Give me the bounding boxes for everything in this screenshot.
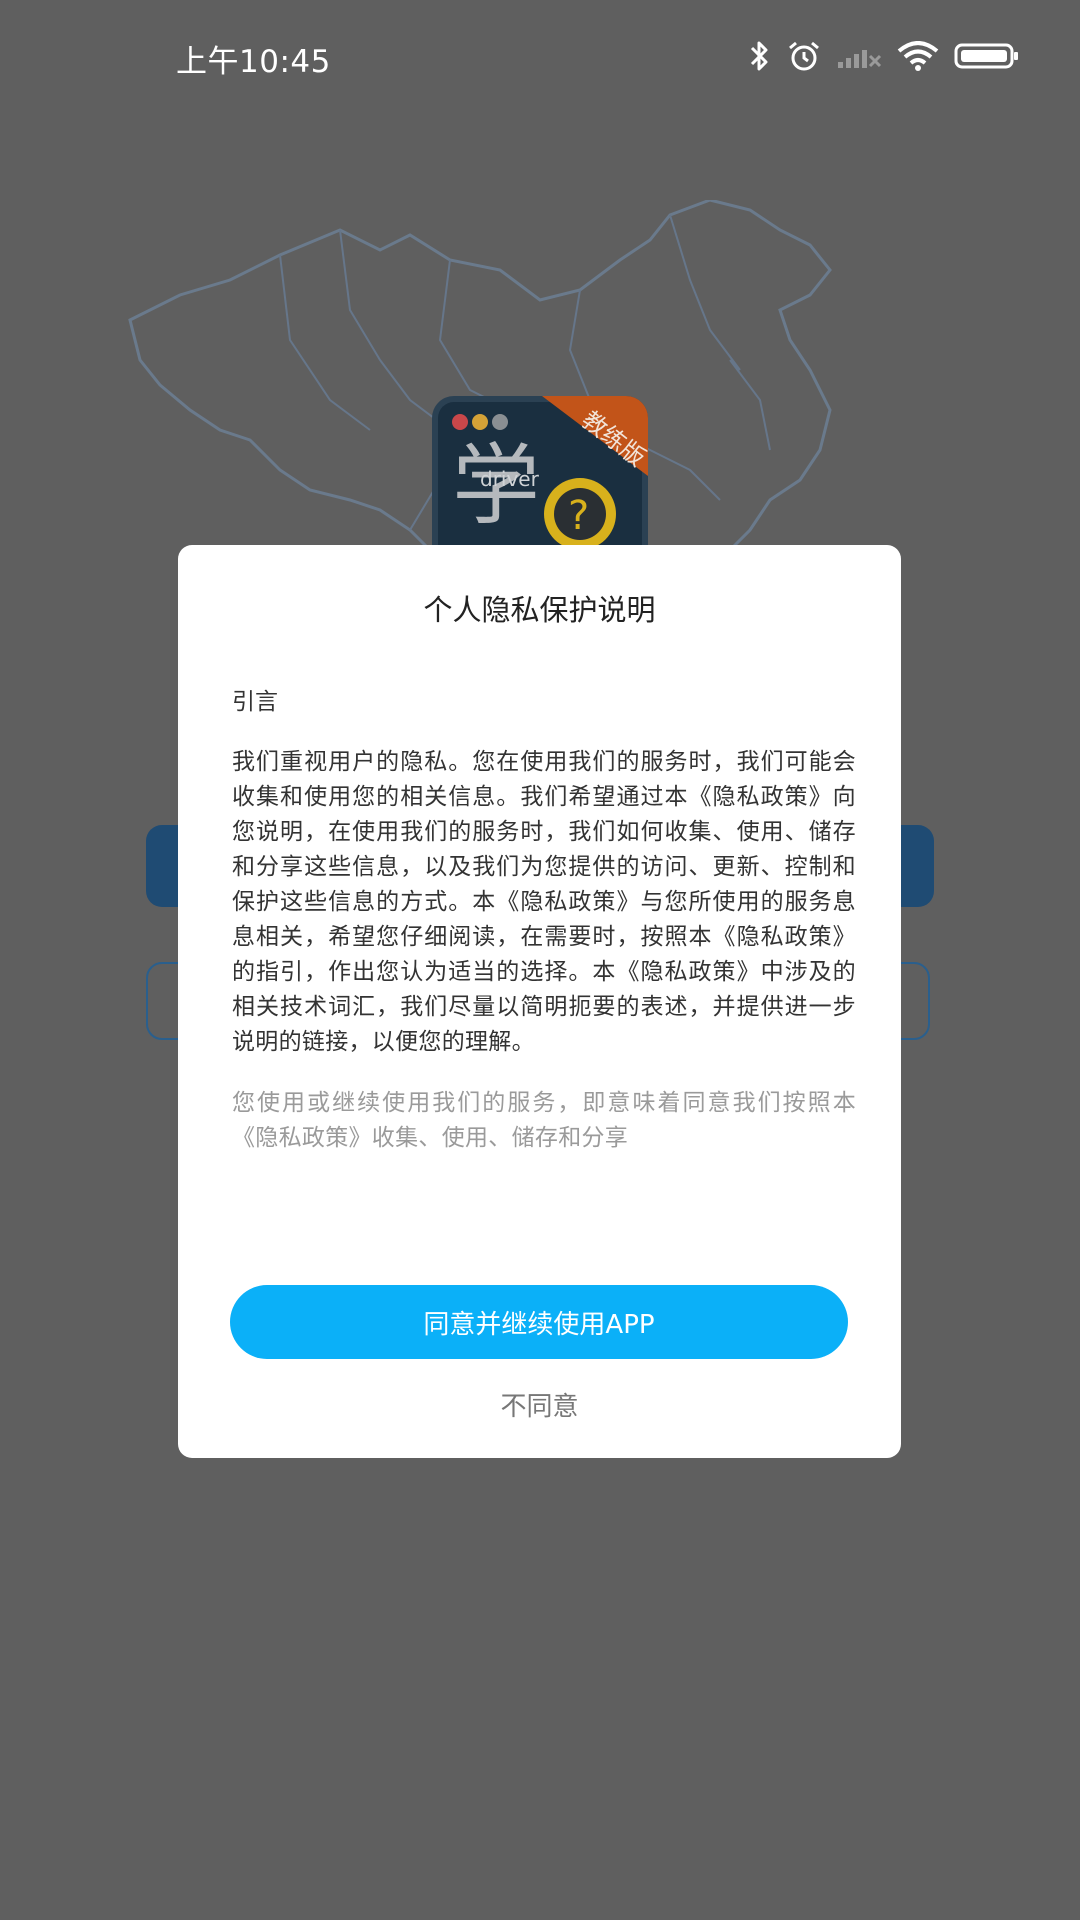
policy-text-scroll[interactable]: 引言 我们重视用户的隐私。您在使用我们的服务时，我们可能会收集和使用您的相关信息… bbox=[232, 685, 856, 1375]
dialog-title: 个人隐私保护说明 bbox=[423, 593, 656, 627]
privacy-dialog: 个人隐私保护说明 引言 我们重视用户的隐私。您在使用我们的服务时，我们可能会收集… bbox=[178, 545, 901, 1458]
battery-icon bbox=[954, 42, 1020, 74]
alarm-icon bbox=[786, 40, 822, 76]
policy-paragraph-consent: 您使用或继续使用我们的服务，即意味着同意我们按照本《隐私政策》收集、使用、储存和… bbox=[232, 1090, 856, 1151]
svg-text:?: ? bbox=[568, 493, 589, 539]
signal-icon bbox=[836, 42, 882, 74]
disagree-button[interactable]: 不同意 bbox=[178, 1379, 901, 1429]
status-bar: 上午10:45 bbox=[0, 0, 1080, 116]
policy-paragraph: 我们重视用户的隐私。您在使用我们的服务时，我们可能会收集和使用您的相关信息。我们… bbox=[232, 749, 856, 1055]
status-time: 上午10:45 bbox=[176, 44, 331, 80]
screen: 学 driver ? 教练版 上午10:45 个人隐私保护说明 引言 我们重视用… bbox=[0, 0, 1080, 1920]
agree-button[interactable]: 同意并继续使用APP bbox=[230, 1285, 848, 1359]
logo-word: driver bbox=[480, 467, 540, 491]
status-icons bbox=[748, 38, 1020, 78]
wifi-icon bbox=[896, 41, 940, 75]
intro-heading: 引言 bbox=[232, 689, 278, 715]
bluetooth-icon bbox=[748, 40, 772, 76]
